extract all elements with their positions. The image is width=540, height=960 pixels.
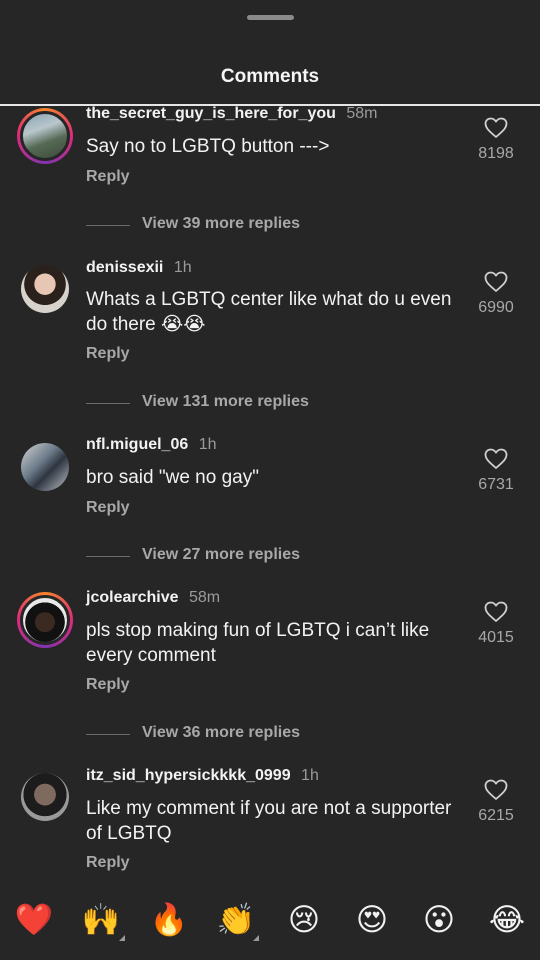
comments-sheet: Comments the_secret_guy_is_here_for_you … — [0, 0, 540, 960]
comment-time: 1h — [198, 436, 217, 453]
fire-icon[interactable]: 🔥 — [144, 895, 194, 945]
skin-tone-indicator — [253, 935, 259, 941]
like-count: 6990 — [478, 299, 514, 316]
avatar[interactable] — [21, 265, 69, 313]
surprised-face-icon[interactable]: 😮 — [414, 895, 464, 945]
comment-username[interactable]: jcolearchive — [86, 589, 179, 606]
reply-button[interactable]: Reply — [86, 676, 130, 694]
heart-outline-icon — [484, 448, 508, 469]
avatar[interactable] — [17, 108, 73, 164]
skin-tone-indicator — [119, 935, 125, 941]
comment-time: 1h — [301, 767, 319, 784]
replies-divider — [86, 734, 130, 735]
comment-text: pls stop making fun of LGBTQ i can’t lik… — [86, 620, 430, 666]
view-more-replies-label: View 131 more replies — [142, 393, 309, 410]
view-more-replies-label: View 27 more replies — [142, 546, 301, 563]
comment-text: Like my comment if you are not a support… — [86, 798, 452, 844]
comment-username[interactable]: itz_sid_hypersickkkk_0999 — [86, 767, 291, 784]
like-button[interactable]: 6731 — [470, 448, 522, 494]
comment-text: bro said "we no gay" — [86, 467, 259, 488]
crying-face-icon[interactable]: 😢 — [279, 895, 329, 945]
avatar[interactable] — [21, 773, 69, 821]
reply-button[interactable]: Reply — [86, 168, 130, 186]
emoji-reaction-bar: ❤️ 🙌 🔥 👏 😢 😍 😮 😂 — [0, 895, 540, 950]
like-button[interactable]: 4015 — [470, 601, 522, 647]
reply-button[interactable]: Reply — [86, 854, 130, 872]
replies-divider — [86, 556, 130, 557]
reply-button[interactable]: Reply — [86, 499, 130, 517]
drag-handle[interactable] — [247, 15, 294, 20]
avatar[interactable] — [17, 592, 73, 648]
view-more-replies-label: View 36 more replies — [142, 724, 301, 741]
replies-divider — [86, 403, 130, 404]
red-heart-icon[interactable]: ❤️ — [9, 895, 59, 945]
comment-username[interactable]: nfl.miguel_06 — [86, 436, 188, 453]
comment-username[interactable]: denissexii — [86, 259, 163, 276]
heart-outline-icon — [484, 117, 508, 138]
comment-time: 58m — [346, 105, 378, 122]
view-more-replies-label: View 39 more replies — [142, 215, 301, 232]
comment-text: Whats a LGBTQ center like what do u even… — [86, 289, 452, 335]
like-count: 6731 — [478, 476, 514, 493]
like-button[interactable]: 6990 — [470, 271, 522, 317]
comment-time: 1h — [173, 259, 192, 276]
comment-time: 58m — [188, 589, 221, 606]
heart-outline-icon — [484, 601, 508, 622]
like-button[interactable]: 6215 — [470, 779, 522, 825]
heart-outline-icon — [484, 779, 508, 800]
heart-outline-icon — [484, 271, 508, 292]
comment-text: Say no to LGBTQ button ---> — [86, 136, 330, 157]
replies-divider — [86, 225, 130, 226]
comment-username[interactable]: the_secret_guy_is_here_for_you — [86, 105, 336, 122]
heart-eyes-icon[interactable]: 😍 — [347, 895, 397, 945]
like-button[interactable]: 8198 — [470, 117, 522, 163]
tears-of-joy-icon[interactable]: 😂 — [482, 895, 532, 945]
like-count: 4015 — [478, 629, 514, 646]
sheet-title: Comments — [220, 66, 320, 87]
like-count: 6215 — [478, 807, 514, 824]
reply-button[interactable]: Reply — [86, 345, 130, 363]
like-count: 8198 — [478, 145, 514, 162]
avatar[interactable] — [21, 443, 69, 491]
